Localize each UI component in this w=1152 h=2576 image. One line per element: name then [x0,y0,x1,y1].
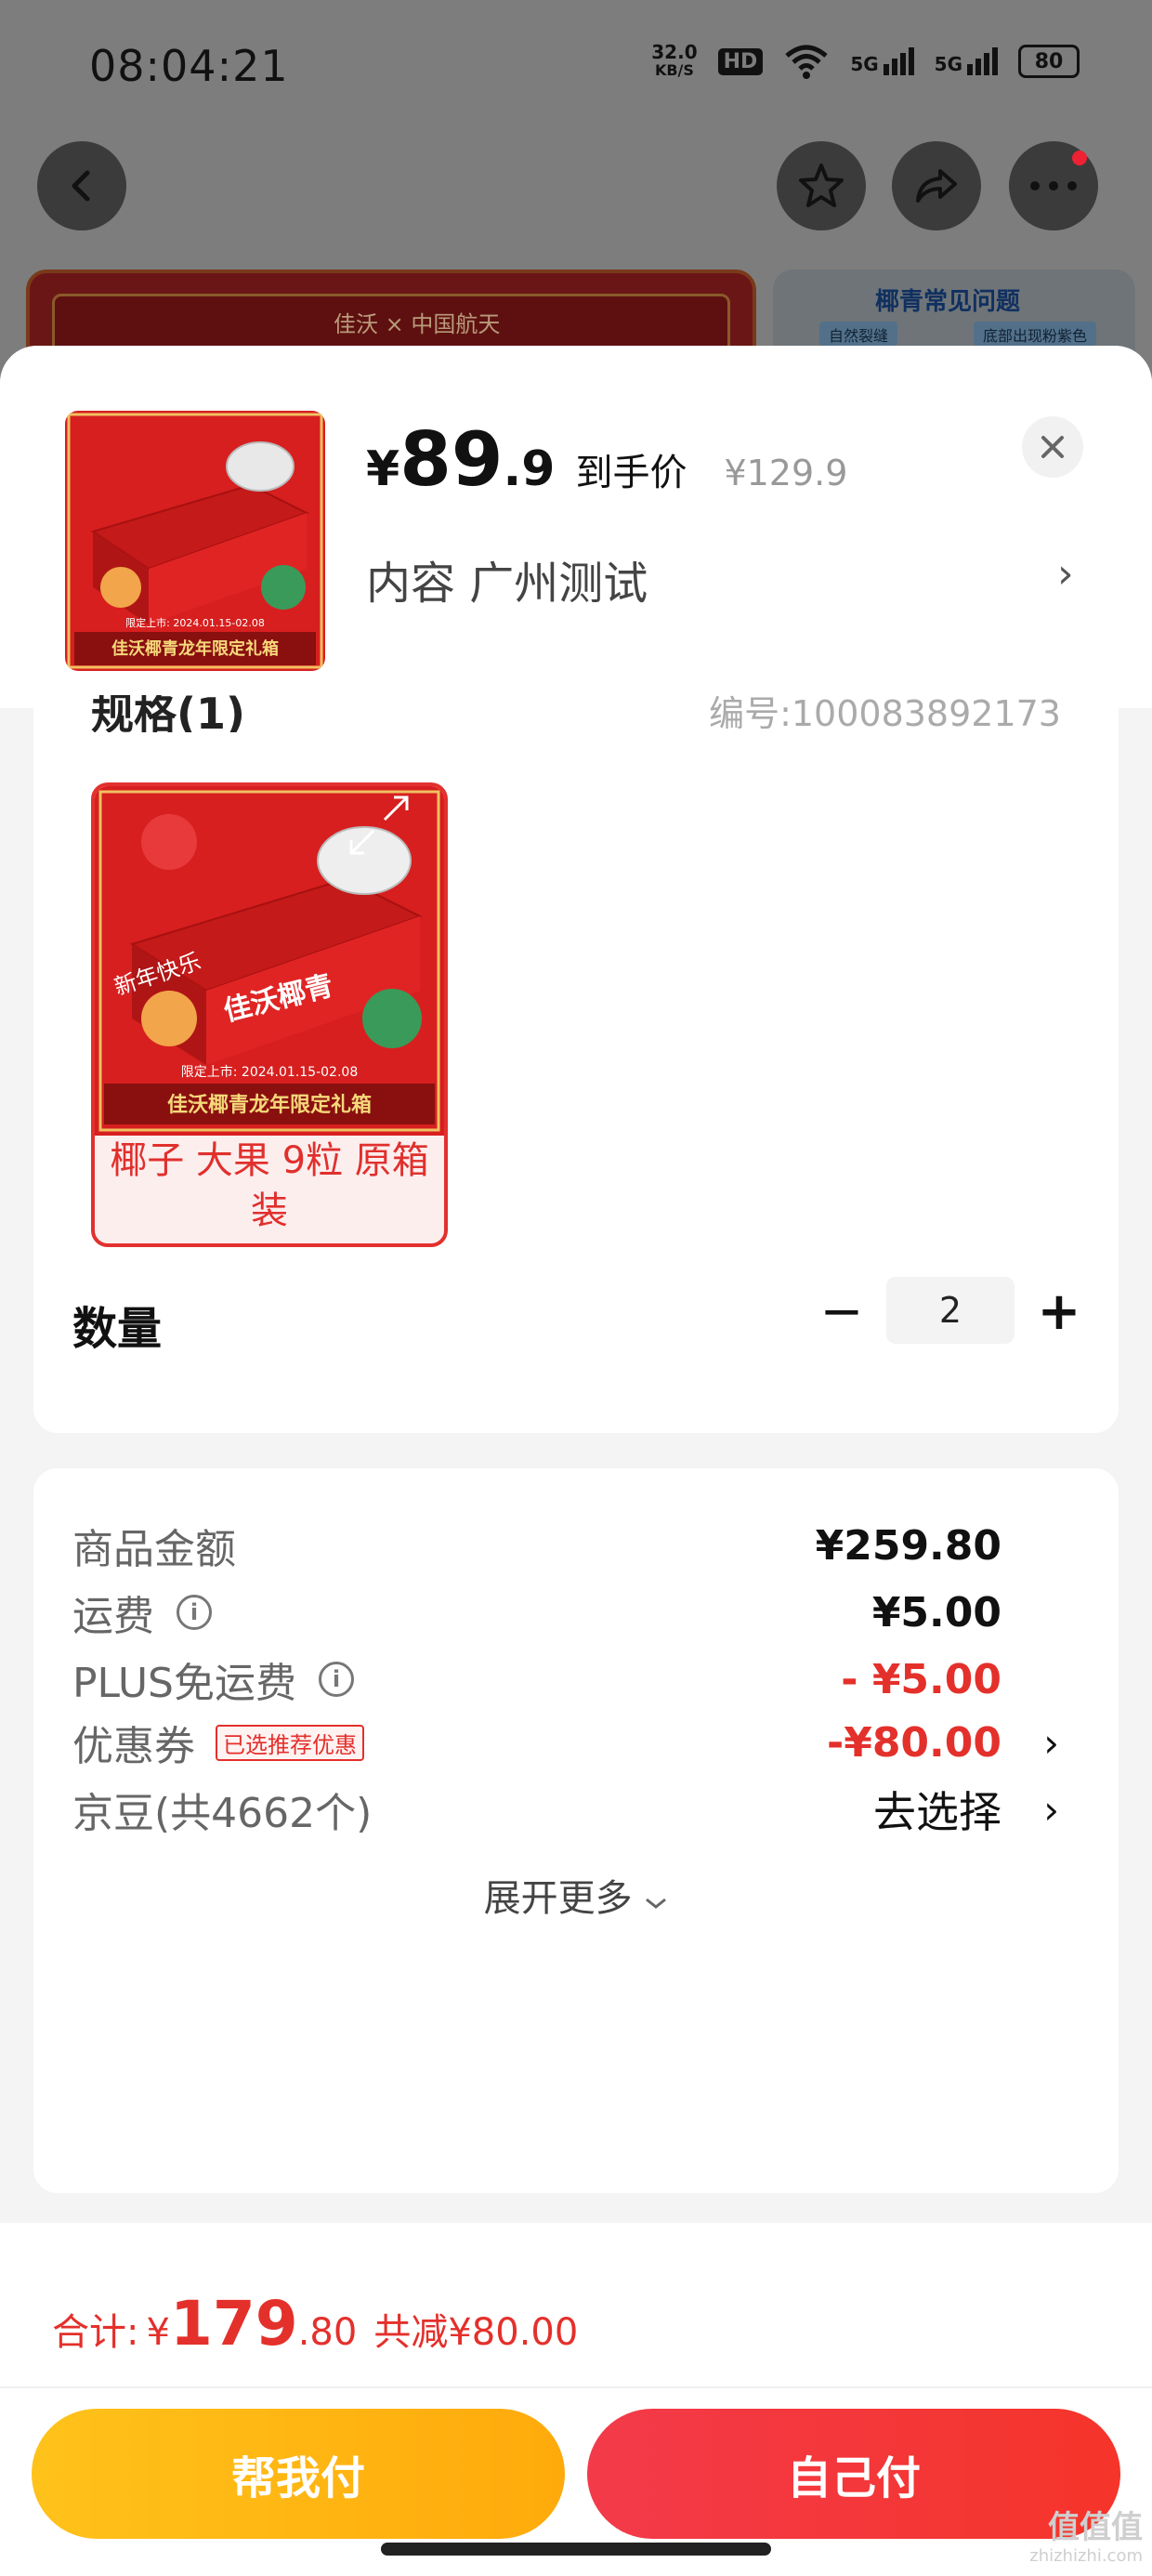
thumb-date: 限定上市: 2024.01.15-02.08 [125,616,265,629]
close-icon [1041,436,1064,458]
more-icon [1030,181,1077,191]
share-icon [916,169,957,203]
product-code: 编号:100083892173 [709,695,1061,732]
info-icon[interactable]: i [177,1595,212,1630]
checkout-footer: 合计: ¥ 179 .80 共减¥80.00 帮我付 自己付 [0,2223,1152,2576]
expand-more-label: 展开更多 [483,1877,633,1920]
wifi-icon [785,45,828,79]
thumb-caption: 佳沃椰青龙年限定礼箱 [111,638,279,659]
back-icon [72,170,90,202]
faq-tag-2: 底部出现粉紫色 [974,322,1097,346]
close-button[interactable] [1022,416,1083,478]
chevron-right-icon: › [1043,1786,1059,1833]
quantity-input[interactable]: 2 [886,1277,1015,1344]
total-savings: 共减¥80.00 [373,2311,579,2354]
total-integer: 179 [169,2288,298,2359]
hd-icon: HD [717,47,764,75]
shipping-row: 运费 i ¥5.00 [72,1580,1080,1645]
fee-card: 商品金额 ¥259.80 运费 i ¥5.00 PLUS免运费 i - ¥5.0… [33,1468,1119,2193]
watermark: 值值值 zhizhizhi.com [1029,2509,1143,2566]
faq-banner-title: 椰青常见问题 [875,288,1021,316]
plus-free-shipping-value: - ¥5.00 [841,1655,1001,1703]
home-indicator[interactable] [381,2543,771,2556]
product-image: 佳沃椰青龙年限定礼箱 限定上市: 2024.01.15-02.08 [65,411,325,671]
faq-tag-1: 自然裂缝 [819,322,898,346]
footer-divider [0,2386,1152,2388]
quantity-increase-button[interactable]: + [1031,1279,1087,1346]
plus-free-shipping-label: PLUS免运费 [72,1660,296,1707]
spec-date: 限定上市: 2024.01.15-02.08 [181,1064,358,1080]
goods-amount-label: 商品金额 [72,1526,236,1573]
goods-amount-row: 商品金额 ¥259.80 [72,1513,1080,1578]
signal-icon-2: 5G [935,47,998,75]
plus-free-shipping-row: PLUS免运费 i - ¥5.00 [72,1647,1080,1712]
jd-bean-label: 京豆(共4662个) [72,1790,373,1837]
total-line: 合计: ¥ 179 .80 共减¥80.00 [52,2288,578,2359]
network-speed: 32.0 KB/S [651,41,698,79]
favorite-button[interactable] [777,141,866,230]
coupon-row[interactable]: 优惠券 已选推荐优惠 -¥80.00 › [72,1710,1080,1775]
help-pay-button[interactable]: 帮我付 [32,2409,565,2539]
quantity-decrease-button[interactable]: − [814,1279,870,1346]
signal-icon-1: 5G [850,47,914,75]
original-price: ¥129.9 [724,453,848,493]
quantity-label: 数量 [72,1303,163,1355]
price-row: ¥ 89 .9 到手价 ¥129.9 [366,416,847,503]
status-time: 08:04:21 [89,41,289,91]
price-label: 到手价 [575,452,687,494]
expand-more-button[interactable]: 展开更多 [33,1868,1119,1922]
coupon-tag: 已选推荐优惠 [216,1724,364,1761]
battery-icon: 80 [1018,45,1080,78]
spec-option-label: 椰子 大果 9粒 原箱装 [110,1139,429,1232]
status-indicators: 32.0 KB/S HD 5G 5G 80 [651,43,1080,80]
total-decimal: .80 [297,2311,358,2354]
chevron-down-icon [646,1898,667,1909]
jd-bean-select[interactable]: 去选择 [873,1779,1001,1840]
chevron-right-icon[interactable]: › [1057,550,1074,598]
selected-spec-line[interactable]: 内容 广州测试 [366,546,648,611]
banner-brand: 佳沃 × 中国航天 [334,311,501,337]
spec-option-image: 佳沃椰青 新年快乐 限定上市: 2024.01.15-02.08 佳沃椰青龙年限… [95,786,444,1136]
price-decimal: .9 [503,441,556,497]
coupon-value: -¥80.00 [826,1718,1001,1767]
notification-dot [1072,151,1087,165]
more-button[interactable] [1009,141,1098,230]
price-integer: 89 [399,416,504,503]
spec-title: 规格(1) [91,695,246,732]
spec-option[interactable]: 佳沃椰青 新年快乐 限定上市: 2024.01.15-02.08 佳沃椰青龙年限… [91,782,448,1247]
price-currency: ¥ [366,441,400,497]
info-icon[interactable]: i [319,1662,354,1697]
coupon-label: 优惠券 [72,1723,195,1770]
spec-caption: 佳沃椰青龙年限定礼箱 [167,1093,372,1117]
total-label: 合计: [52,2311,139,2354]
product-thumbnail[interactable]: 佳沃椰青龙年限定礼箱 限定上市: 2024.01.15-02.08 [65,411,325,671]
shipping-value: ¥5.00 [871,1588,1001,1636]
total-currency: ¥ [146,2311,170,2354]
background-page: 08:04:21 32.0 KB/S HD 5G 5G 80 佳沃 × 中国航天… [0,0,1152,409]
purchase-sheet: 佳沃椰青龙年限定礼箱 限定上市: 2024.01.15-02.08 ¥ 89 .… [0,346,1152,2576]
goods-amount-value: ¥259.80 [815,1521,1001,1570]
shipping-label: 运费 [72,1593,154,1640]
share-button[interactable] [892,141,981,230]
chevron-right-icon: › [1043,1719,1059,1766]
jd-bean-row[interactable]: 京豆(共4662个) 去选择 › [72,1777,1080,1842]
sheet-header: 佳沃椰青龙年限定礼箱 限定上市: 2024.01.15-02.08 ¥ 89 .… [0,346,1152,708]
status-bar: 08:04:21 32.0 KB/S HD 5G 5G 80 [0,0,1152,139]
spec-card: 规格(1) 编号:100083892173 佳沃椰青 新年快乐 限定上市: 20… [33,695,1119,1433]
back-button[interactable] [37,141,126,230]
star-icon [799,164,844,207]
